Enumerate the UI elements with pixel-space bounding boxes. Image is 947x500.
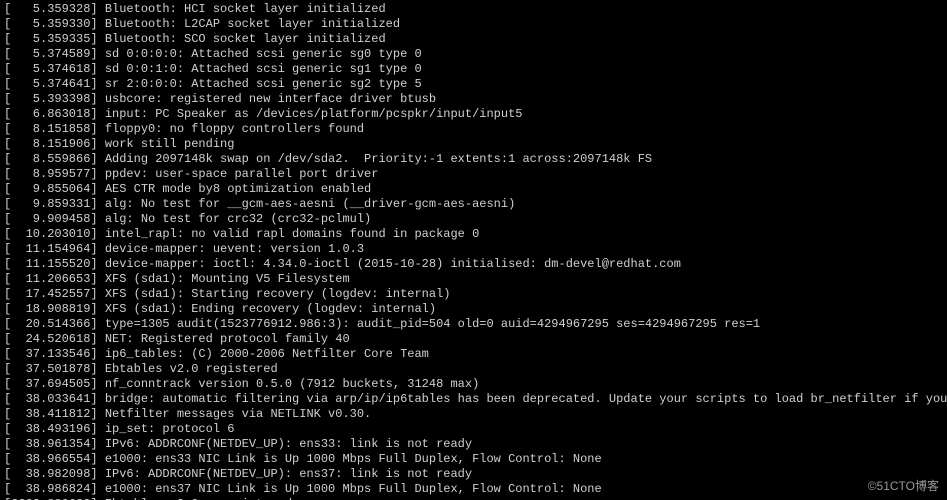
dmesg-line: [ 38.033641] bridge: automatic filtering… — [4, 392, 943, 407]
dmesg-line: [ 8.959577] ppdev: user-space parallel p… — [4, 167, 943, 182]
dmesg-line: [ 9.859331] alg: No test for __gcm-aes-a… — [4, 197, 943, 212]
dmesg-line: [ 11.206653] XFS (sda1): Mounting V5 Fil… — [4, 272, 943, 287]
dmesg-line: [ 8.559866] Adding 2097148k swap on /dev… — [4, 152, 943, 167]
dmesg-line: [ 5.359330] Bluetooth: L2CAP socket laye… — [4, 17, 943, 32]
terminal-output: [ 5.359328] Bluetooth: HCI socket layer … — [0, 0, 947, 500]
dmesg-line: [ 24.520618] NET: Registered protocol fa… — [4, 332, 943, 347]
dmesg-line: [ 9.909458] alg: No test for crc32 (crc3… — [4, 212, 943, 227]
dmesg-line: [ 37.501878] Ebtables v2.0 registered — [4, 362, 943, 377]
dmesg-line: [ 38.986824] e1000: ens37 NIC Link is Up… — [4, 482, 943, 497]
dmesg-line: [ 5.374589] sd 0:0:0:0: Attached scsi ge… — [4, 47, 943, 62]
dmesg-line: [ 18.908819] XFS (sda1): Ending recovery… — [4, 302, 943, 317]
dmesg-line: [ 38.961354] IPv6: ADDRCONF(NETDEV_UP): … — [4, 437, 943, 452]
dmesg-line: [ 8.151858] floppy0: no floppy controlle… — [4, 122, 943, 137]
dmesg-line: [ 38.982098] IPv6: ADDRCONF(NETDEV_UP): … — [4, 467, 943, 482]
dmesg-line: [ 5.374641] sr 2:0:0:0: Attached scsi ge… — [4, 77, 943, 92]
dmesg-line: [ 11.155520] device-mapper: ioctl: 4.34.… — [4, 257, 943, 272]
dmesg-line: [ 38.493196] ip_set: protocol 6 — [4, 422, 943, 437]
dmesg-line: [ 37.694505] nf_conntrack version 0.5.0 … — [4, 377, 943, 392]
dmesg-line: [ 6.863018] input: PC Speaker as /device… — [4, 107, 943, 122]
dmesg-line: [ 20.514366] type=1305 audit(1523776912.… — [4, 317, 943, 332]
dmesg-line: [ 11.154964] device-mapper: uevent: vers… — [4, 242, 943, 257]
dmesg-line: [ 5.359328] Bluetooth: HCI socket layer … — [4, 2, 943, 17]
dmesg-line: [ 9.855064] AES CTR mode by8 optimizatio… — [4, 182, 943, 197]
dmesg-line: [ 10.203010] intel_rapl: no valid rapl d… — [4, 227, 943, 242]
dmesg-line: [ 5.374618] sd 0:0:1:0: Attached scsi ge… — [4, 62, 943, 77]
dmesg-line: [ 17.452557] XFS (sda1): Starting recove… — [4, 287, 943, 302]
dmesg-line: [ 5.393398] usbcore: registered new inte… — [4, 92, 943, 107]
dmesg-line: [ 8.151906] work still pending — [4, 137, 943, 152]
dmesg-line: [ 5.359335] Bluetooth: SCO socket layer … — [4, 32, 943, 47]
dmesg-line: [ 37.133546] ip6_tables: (C) 2000-2006 N… — [4, 347, 943, 362]
watermark-text: ©51CTO博客 — [868, 479, 939, 494]
dmesg-line: [ 38.966554] e1000: ens33 NIC Link is Up… — [4, 452, 943, 467]
dmesg-line: [ 38.411812] Netfilter messages via NETL… — [4, 407, 943, 422]
